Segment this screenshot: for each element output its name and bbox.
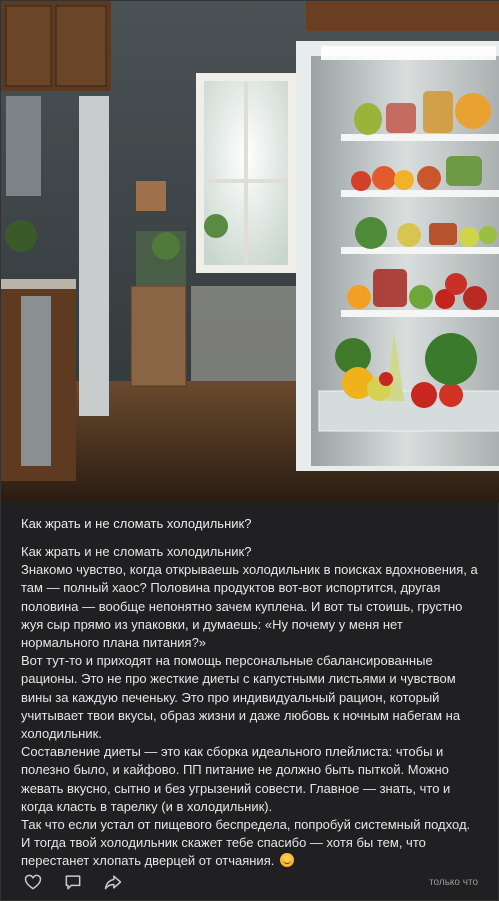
- post-paragraph: Вот тут-то и приходят на помощь персонал…: [21, 653, 461, 742]
- post-body: Как жрать и не сломать холодильник? Знак…: [21, 543, 483, 871]
- heart-icon: [24, 874, 42, 890]
- post-paragraph-last: Так что если устал от пищевого беспредел…: [21, 816, 483, 871]
- post-title: Как жрать и не сломать холодильник?: [21, 516, 252, 531]
- post-image[interactable]: [1, 1, 499, 502]
- share-button[interactable]: [101, 871, 125, 893]
- fridge-illustration: [1, 1, 499, 502]
- comment-button[interactable]: [61, 871, 85, 893]
- post-paragraph: Составление диеты — это как сборка идеал…: [21, 744, 451, 814]
- post-timestamp: только что: [429, 877, 478, 888]
- post-paragraph-text: Так что если устал от пищевого беспредел…: [21, 817, 471, 869]
- post-card: Как жрать и не сломать холодильник? Как …: [0, 0, 499, 901]
- post-paragraph: Как жрать и не сломать холодильник?: [21, 544, 252, 559]
- comment-icon: [65, 875, 81, 890]
- like-button[interactable]: [21, 871, 45, 893]
- smirk-emoji-icon: [279, 853, 294, 868]
- post-content: Как жрать и не сломать холодильник? Как …: [21, 515, 483, 871]
- post-paragraph: Знакомо чувство, когда открываешь холоди…: [21, 562, 478, 651]
- post-actions: [21, 871, 125, 893]
- share-icon: [104, 875, 122, 890]
